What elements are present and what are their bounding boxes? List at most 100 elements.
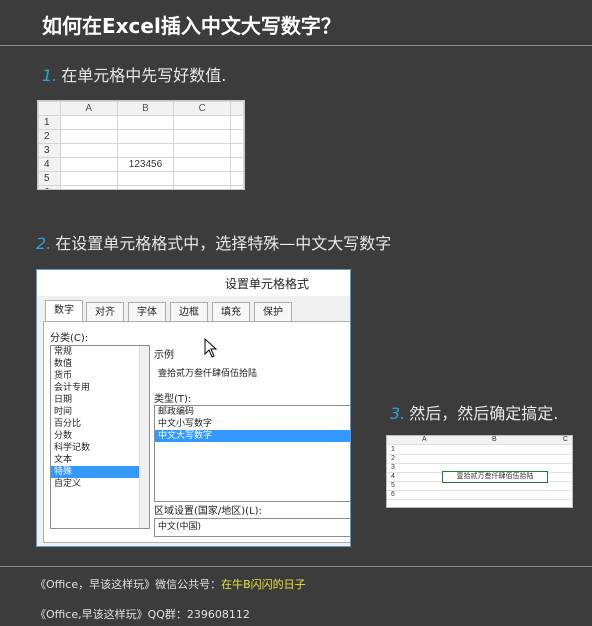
col-header-a[interactable]: A — [59, 101, 118, 116]
small-row-header[interactable]: 4 — [391, 473, 395, 481]
footer-divider — [0, 566, 592, 567]
cell[interactable] — [173, 143, 232, 158]
cell[interactable] — [173, 185, 232, 189]
cell[interactable] — [116, 143, 175, 158]
number-tab-panel: 分类(C): 常规 数值 货币 会计专用 日期 时间 百分比 分数 科学记数 文… — [43, 321, 350, 543]
type-item[interactable]: 邮政编码 — [155, 406, 350, 418]
cell[interactable] — [173, 129, 232, 144]
category-item[interactable]: 分数 — [51, 430, 149, 442]
col-header-blank[interactable] — [230, 101, 244, 116]
cell[interactable] — [59, 157, 118, 172]
row-header[interactable]: 4 — [38, 157, 61, 172]
category-item-special-selected[interactable]: 特殊 — [51, 466, 149, 478]
cell[interactable] — [230, 185, 244, 189]
small-row: 2 — [387, 455, 572, 464]
col-header-b[interactable]: B — [116, 101, 175, 116]
category-scrollbar[interactable] — [139, 346, 149, 528]
sample-label: 示例 — [154, 350, 174, 361]
cell[interactable] — [116, 185, 175, 189]
cell[interactable] — [230, 157, 244, 172]
cell[interactable] — [230, 171, 244, 186]
small-col-c[interactable]: C — [563, 436, 568, 444]
corner-cell[interactable] — [38, 101, 61, 116]
small-col-b[interactable]: B — [492, 436, 497, 444]
type-list[interactable]: 邮政编码 中文小写数字 中文大写数字 — [154, 405, 350, 502]
cell[interactable] — [59, 171, 118, 186]
step-1-number: 1. — [42, 66, 58, 85]
small-row: 4 壹拾贰万叁仟肆佰伍拾陆 — [387, 471, 572, 483]
cell[interactable] — [59, 129, 118, 144]
category-item[interactable]: 日期 — [51, 394, 149, 406]
sheet-grid: A B C 1 2 3 4 123456 5 6 — [38, 101, 244, 189]
sample-value: 壹拾贰万叁仟肆佰伍拾陆 — [158, 369, 258, 379]
format-cells-dialog: 设置单元格格式 数字 对齐 字体 边框 填充 保护 分类(C): 常规 数值 货… — [36, 269, 351, 547]
excel-sheet-after: A B C 1 2 3 4 壹拾贰万叁仟肆佰伍拾陆 5 6 — [386, 435, 573, 508]
cell-b4[interactable]: 123456 — [116, 157, 175, 172]
tab-fill[interactable]: 填充 — [212, 302, 250, 322]
cell[interactable] — [173, 157, 232, 172]
type-label: 类型(T): — [154, 394, 192, 405]
type-item-chinese-uppercase-selected[interactable]: 中文大写数字 — [155, 430, 350, 442]
tab-alignment[interactable]: 对齐 — [86, 302, 124, 322]
dialog-title: 设置单元格格式 — [225, 277, 310, 291]
small-row-header[interactable]: 2 — [391, 455, 395, 463]
step-2-text: 在设置单元格格式中，选择特殊—中文大写数字 — [55, 234, 392, 253]
row-header[interactable]: 6 — [38, 185, 61, 189]
category-label: 分类(C): — [50, 333, 89, 344]
type-item[interactable]: 中文小写数字 — [155, 418, 350, 430]
cell[interactable] — [59, 115, 118, 130]
footer-line-2: 《Office,早该这样玩》QQ群：239608112 — [35, 608, 250, 621]
title-divider — [0, 45, 592, 46]
cell[interactable] — [230, 143, 244, 158]
footer-wechat-account: 在牛B闪闪的日子 — [221, 578, 306, 591]
category-item[interactable]: 自定义 — [51, 478, 149, 490]
small-row-header[interactable]: 3 — [391, 464, 395, 472]
step-1-text: 在单元格中先写好数值. — [61, 66, 227, 85]
footer-wechat-label: 《Office，早该这样玩》微信公共号： — [35, 578, 222, 591]
row-header[interactable]: 3 — [38, 143, 61, 158]
cell[interactable] — [173, 171, 232, 186]
tab-protection[interactable]: 保护 — [254, 302, 292, 322]
step-3-number: 3. — [390, 404, 406, 423]
category-item[interactable]: 会计专用 — [51, 382, 149, 394]
row-header[interactable]: 2 — [38, 129, 61, 144]
cell[interactable] — [59, 185, 118, 189]
small-row-header[interactable]: 1 — [391, 446, 395, 454]
step-2: 2. 在设置单元格格式中，选择特殊—中文大写数字 — [36, 230, 391, 254]
locale-select[interactable]: 中文(中国) — [154, 518, 350, 537]
category-item[interactable]: 数值 — [51, 358, 149, 370]
dialog-titlebar[interactable]: 设置单元格格式 — [37, 270, 350, 296]
step-3: 3. 然后，然后确定搞定. — [390, 400, 558, 424]
cell[interactable] — [116, 171, 175, 186]
category-item[interactable]: 百分比 — [51, 418, 149, 430]
cell[interactable] — [59, 143, 118, 158]
category-item[interactable]: 货币 — [51, 370, 149, 382]
category-list[interactable]: 常规 数值 货币 会计专用 日期 时间 百分比 分数 科学记数 文本 特殊 自定… — [50, 345, 150, 529]
cell[interactable] — [116, 129, 175, 144]
small-row: 6 — [387, 491, 572, 500]
category-item[interactable]: 科学记数 — [51, 442, 149, 454]
cell[interactable] — [173, 115, 232, 130]
small-row-header[interactable]: 6 — [391, 491, 395, 499]
row-header[interactable]: 5 — [38, 171, 61, 186]
step-3-text: 然后，然后确定搞定. — [409, 404, 559, 423]
footer-line-1: 《Office，早该这样玩》微信公共号：在牛B闪闪的日子 — [35, 576, 306, 592]
mouse-cursor-icon — [204, 338, 218, 358]
tab-font[interactable]: 字体 — [128, 302, 166, 322]
col-header-c[interactable]: C — [173, 101, 232, 116]
cell[interactable] — [230, 115, 244, 130]
step-1: 1. 在单元格中先写好数值. — [42, 62, 226, 86]
tab-border[interactable]: 边框 — [170, 302, 208, 322]
small-row: 5 — [387, 482, 572, 491]
small-col-headers: A B C — [387, 436, 572, 445]
category-item[interactable]: 时间 — [51, 406, 149, 418]
locale-label: 区域设置(国家/地区)(L): — [154, 506, 262, 517]
excel-sheet-before: A B C 1 2 3 4 123456 5 6 — [37, 100, 245, 190]
category-item[interactable]: 常规 — [51, 346, 149, 358]
small-row-header[interactable]: 5 — [391, 482, 395, 490]
row-header[interactable]: 1 — [38, 115, 61, 130]
cell[interactable] — [230, 129, 244, 144]
cell[interactable] — [116, 115, 175, 130]
category-item[interactable]: 文本 — [51, 454, 149, 466]
small-col-a[interactable]: A — [422, 436, 427, 444]
